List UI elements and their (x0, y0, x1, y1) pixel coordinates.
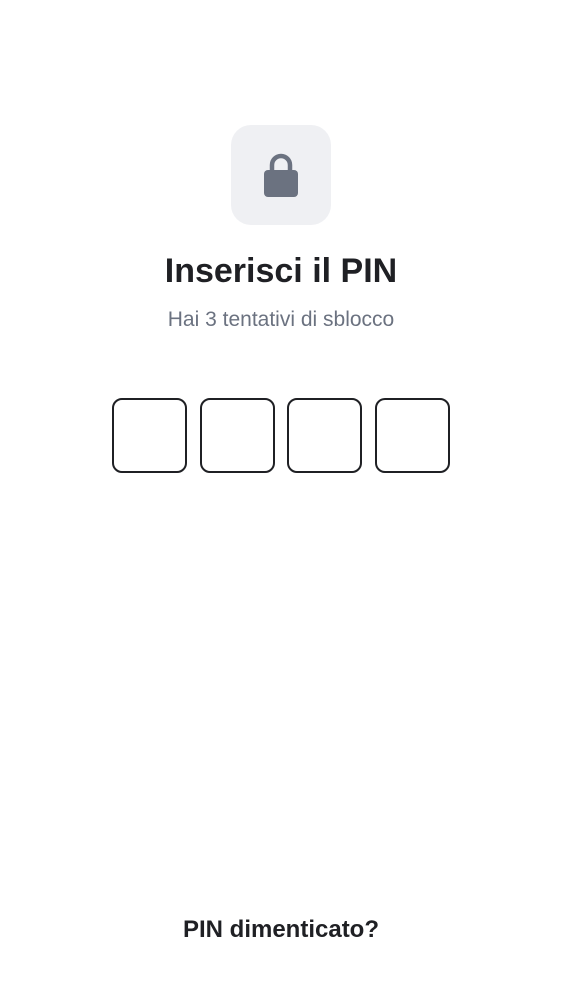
pin-input-row (112, 398, 450, 473)
attempts-subtitle: Hai 3 tentativi di sblocco (167, 308, 395, 331)
lock-tile (231, 125, 331, 225)
page-title: Inserisci il PIN (164, 252, 398, 290)
pin-digit-1[interactable] (112, 398, 187, 473)
lock-icon (264, 153, 298, 197)
pin-digit-2[interactable] (199, 398, 275, 473)
pin-digit-4[interactable] (374, 398, 450, 473)
forgot-pin-button[interactable]: PIN dimenticato? (183, 914, 379, 946)
forgot-pin-area: PIN dimenticato? (0, 914, 562, 946)
pin-digit-3[interactable] (287, 398, 363, 473)
